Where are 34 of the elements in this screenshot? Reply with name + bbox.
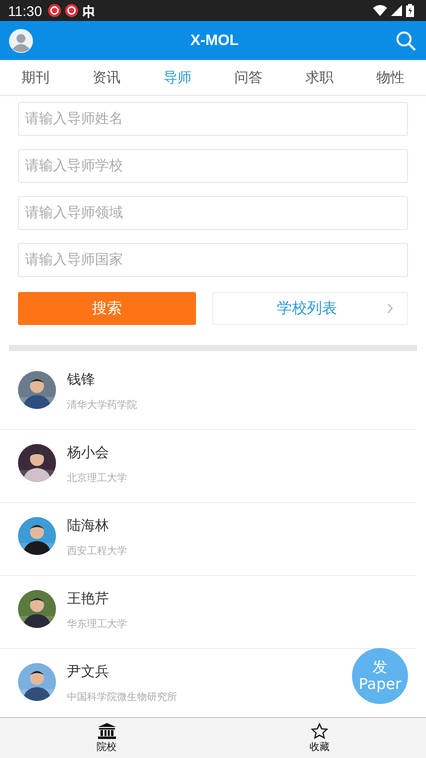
nav-item[interactable]: 收藏 <box>213 718 426 758</box>
search-icon[interactable] <box>396 30 416 50</box>
avatar-icon[interactable] <box>9 28 33 52</box>
advisor-affiliation: 清华大学药学院 <box>67 398 137 412</box>
app-title: X-MOL <box>189 32 240 49</box>
status-time: 11:30 <box>8 2 42 18</box>
signal-icon <box>391 5 402 16</box>
tab[interactable]: 期刊 <box>0 60 71 95</box>
advisor-name: 尹文兵 <box>67 663 110 681</box>
tab[interactable]: 求职 <box>284 60 355 95</box>
nav-item[interactable]: 院校 <box>0 718 213 758</box>
advisor-name: 钱锋 <box>67 371 96 389</box>
notification-icon <box>65 4 78 17</box>
star-icon <box>311 722 328 738</box>
advisor-name: 杨小会 <box>67 444 110 462</box>
advisor-name: 王艳芹 <box>67 590 110 608</box>
search-field[interactable]: 请输入导师国家 <box>18 243 408 277</box>
advisor-affiliation: 中国科学院微生物研究所 <box>67 690 177 704</box>
tab[interactable]: 问答 <box>213 60 284 95</box>
advisor-affiliation: 北京理工大学 <box>67 472 127 485</box>
search-field[interactable]: 请输入导师领域 <box>18 196 408 230</box>
tab[interactable]: 物性 <box>355 60 426 95</box>
battery-icon <box>406 4 414 17</box>
notification-icon <box>48 4 61 17</box>
search-field[interactable]: 请输入导师姓名 <box>18 102 408 136</box>
chevron-icon <box>387 303 393 314</box>
wifi-icon <box>373 5 387 16</box>
building-icon <box>98 722 116 738</box>
advisor-name: 陆海林 <box>67 517 110 535</box>
bug-icon <box>82 4 95 18</box>
advisor-affiliation: 西安工程大学 <box>67 544 127 558</box>
tab[interactable]: 资讯 <box>71 60 142 95</box>
advisor-affiliation: 华东理工大学 <box>67 618 127 631</box>
search-field[interactable]: 请输入导师学校 <box>18 149 408 183</box>
